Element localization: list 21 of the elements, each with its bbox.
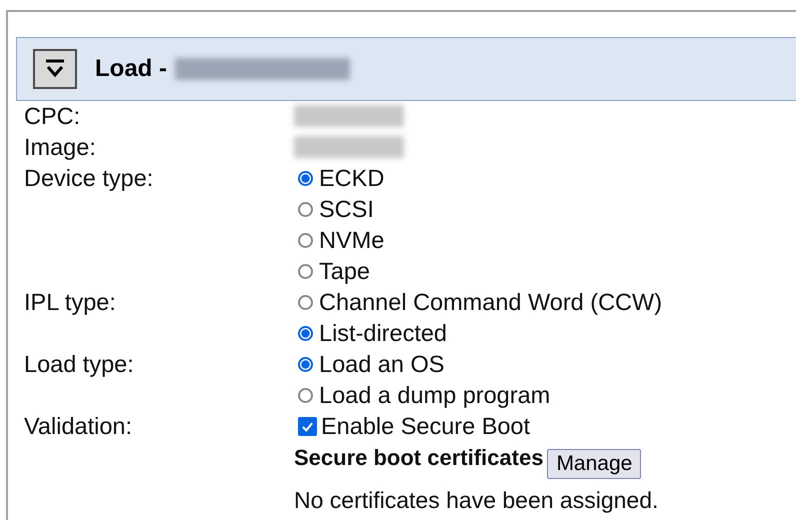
radio-option[interactable]: Load an OS bbox=[294, 349, 444, 380]
field-label: Image: bbox=[24, 133, 97, 162]
certificates-heading: Secure boot certificates bbox=[294, 444, 544, 472]
certificates-message: No certificates have been assigned. bbox=[294, 486, 658, 515]
panel-title: Load - bbox=[95, 55, 167, 83]
radio-option[interactable]: ECKD bbox=[294, 163, 384, 194]
collapse-button[interactable] bbox=[33, 49, 77, 89]
radio-option[interactable]: Load a dump program bbox=[294, 380, 550, 411]
radio-option[interactable]: NVMe bbox=[294, 225, 384, 256]
field-label: Validation: bbox=[24, 412, 133, 441]
radio-option[interactable]: Tape bbox=[294, 256, 370, 287]
field-label: Load type: bbox=[24, 350, 135, 379]
manage-button[interactable]: Manage bbox=[547, 449, 642, 479]
radio-option[interactable]: List-directed bbox=[294, 318, 447, 349]
radio-option[interactable]: Channel Command Word (CCW) bbox=[294, 287, 662, 318]
field-label: IPL type: bbox=[24, 288, 117, 317]
checkbox-option[interactable]: Enable Secure Boot bbox=[294, 411, 530, 442]
collapse-icon bbox=[43, 58, 67, 80]
field-label: Device type: bbox=[24, 164, 154, 193]
radio-option[interactable]: SCSI bbox=[294, 194, 374, 225]
field-label: CPC: bbox=[24, 102, 82, 131]
